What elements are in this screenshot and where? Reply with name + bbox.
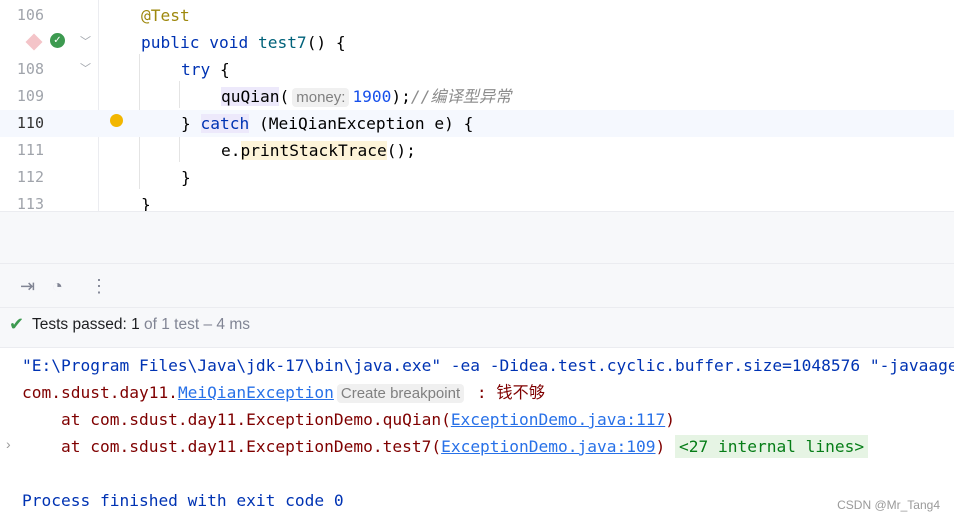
internal-lines-toggle[interactable]: <27 internal lines> [674,435,869,458]
import-tests-icon[interactable]: ⇥ [20,276,35,297]
code-text: } [181,168,191,187]
watermark: CSDN @Mr_Tang4 [837,498,940,512]
run-test-icon[interactable]: ✓ [50,33,65,48]
code-line: 113 } [0,191,954,211]
code-editor[interactable]: 106 @Test ✓ ﹀ public void test7() { 108 … [0,0,954,211]
line-number: 112 [16,168,44,186]
lightbulb-icon[interactable] [110,114,123,127]
keyword: catch [200,114,250,133]
breakpoint-icon[interactable] [25,33,43,51]
code-line: 112 } [0,164,954,191]
code-text: (MeiQianException e) { [249,114,474,133]
fold-icon[interactable]: ﹀ [80,29,91,56]
method-call: quQian [221,87,280,106]
command-line: "E:\Program Files\Java\jdk-17\bin\java.e… [22,356,954,375]
stack-line: at com.sdust.day11.ExceptionDemo.test7(E… [22,433,869,460]
code-line-current: 110 } catch (MeiQianException e) { [0,110,954,137]
number-literal: 1900 [352,87,392,106]
line-number: 108 [16,60,44,78]
console-output[interactable]: "E:\Program Files\Java\jdk-17\bin\java.e… [0,348,954,522]
annotation: @Test [141,6,190,25]
passed-count: 1 [131,316,140,333]
code-text: } [181,114,201,133]
code-text: ); [391,87,411,106]
source-link[interactable]: ExceptionDemo.java:117 [451,410,665,429]
parameter-hint: money: [292,88,350,107]
test-status-bar: ✔ Tests passed: 1 of 1 test – 4 ms [0,308,954,348]
run-toolbar: ⇥ ◔ ⋮ [0,263,954,308]
code-text: e. [221,141,241,160]
comment: //编译型异常 [410,87,512,106]
expand-icon[interactable]: › [6,436,11,452]
method-call: printStackTrace [240,141,387,160]
code-line: 109 quQian(money: 1900);//编译型异常 [0,83,954,110]
exception-line: com.sdust.day11.MeiQianException Create b… [22,379,545,406]
line-number: 111 [16,141,44,159]
line-number: 110 [16,114,44,132]
code-text: at com.sdust.day11.ExceptionDemo.quQian( [22,410,451,429]
line-number: 106 [16,6,44,24]
code-text: { [210,60,230,79]
keyword: public void [141,33,258,52]
line-number: 113 [16,195,44,211]
status-label: Tests passed: [32,316,132,333]
code-text: } [141,195,151,211]
create-breakpoint-hint[interactable]: Create breakpoint [336,384,465,403]
coverage-gauge-icon[interactable]: ◔ [52,276,63,297]
exit-message: Process finished with exit code 0 [22,491,344,510]
code-text: ) [655,437,666,456]
code-line: 106 @Test [0,2,954,29]
code-text: com.sdust.day11. [22,383,178,402]
stack-line: at com.sdust.day11.ExceptionDemo.quQian(… [22,406,675,433]
code-text: ( [279,87,290,106]
more-options-icon[interactable]: ⋮ [90,276,108,297]
code-line: 108 ﹀ try { [0,56,954,83]
method-name: test7 [257,33,307,52]
exception-link[interactable]: MeiQianException [178,383,334,402]
code-text: ) [665,410,675,429]
keyword: try [181,60,211,79]
code-text: (); [386,141,416,160]
status-detail: of 1 test – 4 ms [139,316,250,333]
exception-message: : 钱不够 [467,383,545,402]
code-text: at com.sdust.day11.ExceptionDemo.test7( [22,437,442,456]
fold-icon[interactable]: ﹀ [80,56,91,83]
code-line: ✓ ﹀ public void test7() { [0,29,954,56]
code-line: 111 e.printStackTrace(); [0,137,954,164]
panel-splitter[interactable] [0,211,954,263]
line-number: 109 [16,87,44,105]
source-link[interactable]: ExceptionDemo.java:109 [441,437,655,456]
code-text: () { [306,33,346,52]
check-icon: ✔ [9,314,25,334]
